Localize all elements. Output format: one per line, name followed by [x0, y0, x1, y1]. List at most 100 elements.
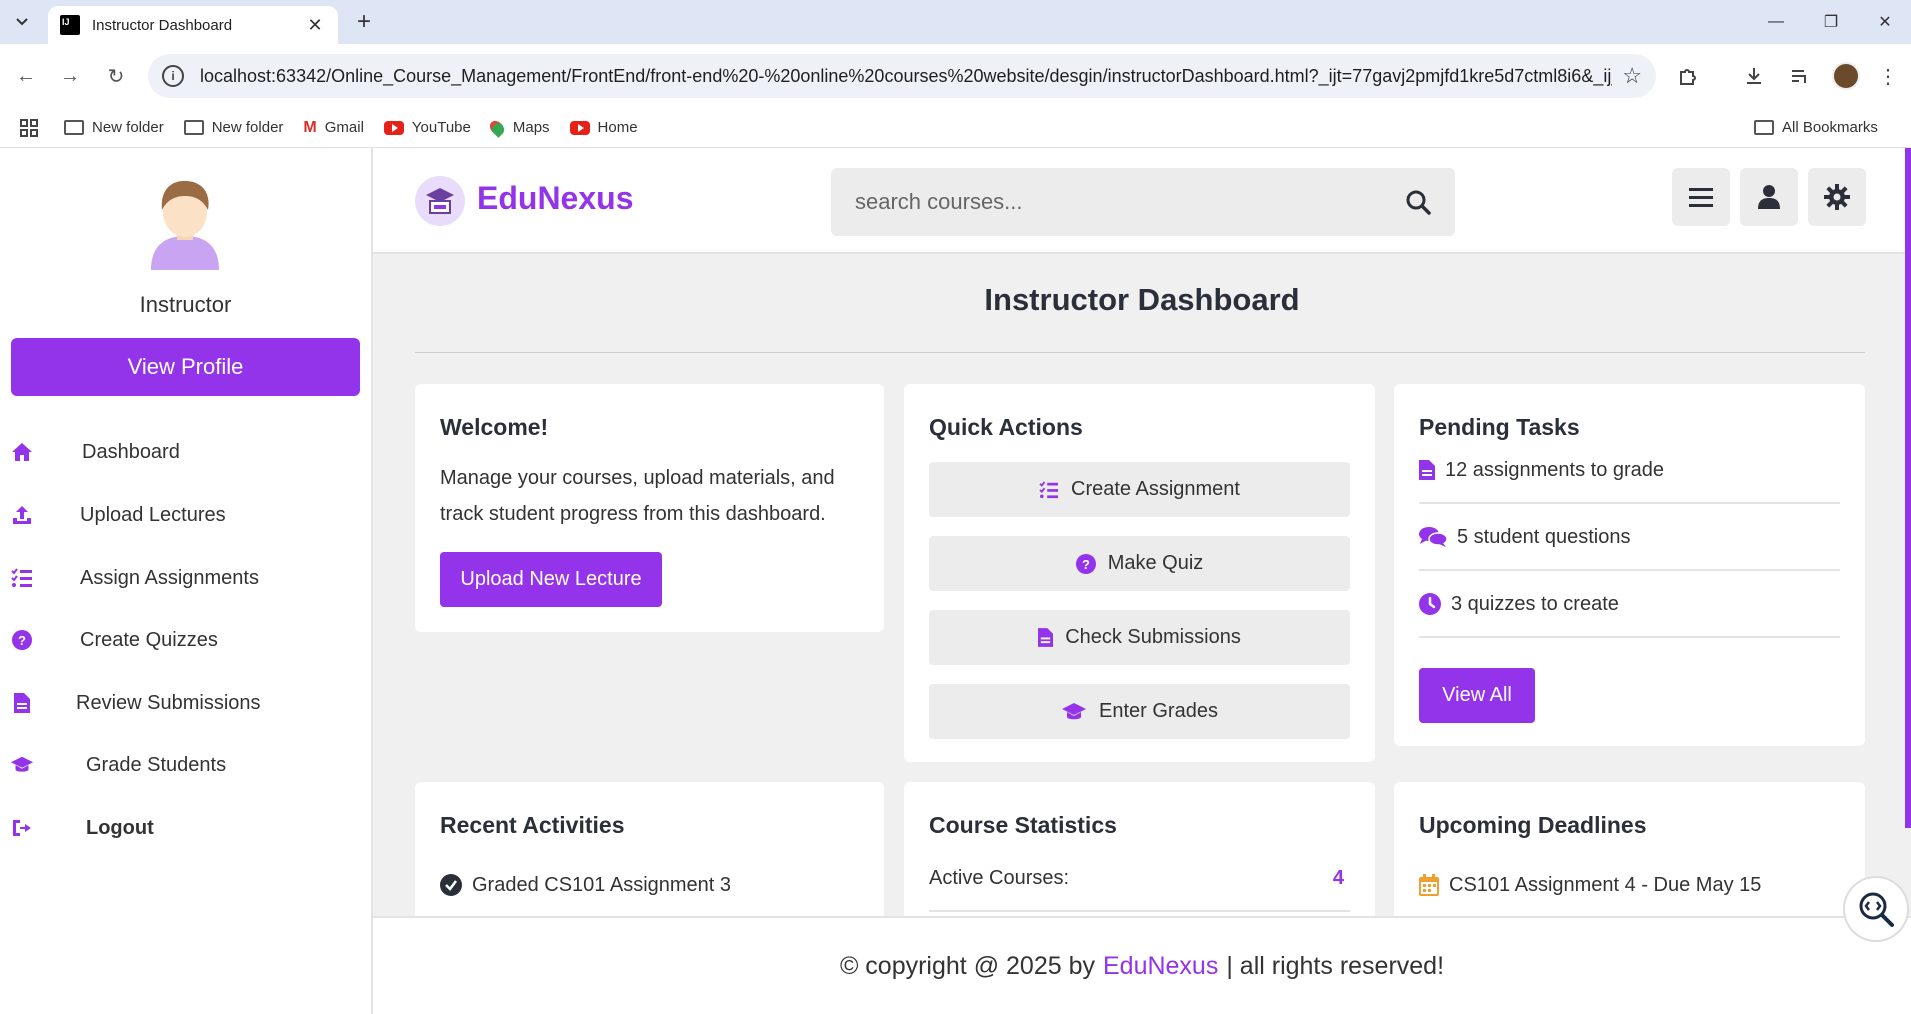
search-input[interactable]: [855, 189, 1405, 215]
bookmark-youtube[interactable]: YouTube: [383, 119, 471, 136]
avatar: [151, 180, 219, 270]
sidebar-item-review-submissions[interactable]: Review Submissions: [0, 683, 371, 723]
sidebar-item-label: Assign Assignments: [80, 566, 259, 589]
search-icon[interactable]: [1405, 189, 1431, 215]
tab-title: Instructor Dashboard: [92, 16, 233, 34]
page-title: Instructor Dashboard: [984, 282, 1300, 317]
user-icon: [1758, 185, 1780, 209]
apps-icon[interactable]: [20, 118, 38, 137]
url-text[interactable]: localhost:63342/Online_Course_Management…: [200, 66, 1612, 87]
course-statistics-title: Course Statistics: [929, 812, 1117, 838]
close-icon[interactable]: ✕: [304, 15, 326, 36]
hamburger-icon: [1689, 188, 1713, 207]
question-icon: ?: [10, 628, 34, 652]
welcome-title: Welcome!: [440, 414, 549, 440]
list-item: 3 quizzes to create: [1419, 572, 1840, 638]
bookmark-maps[interactable]: Maps: [486, 117, 550, 138]
comments-icon: [1419, 526, 1447, 548]
graduation-cap-icon: [10, 753, 34, 777]
back-button[interactable]: ←: [10, 60, 42, 92]
pending-tasks-title: Pending Tasks: [1419, 414, 1580, 440]
download-icon[interactable]: [1738, 60, 1770, 92]
folder-icon: [183, 120, 204, 135]
sidebar-item-create-quizzes[interactable]: ? Create Quizzes: [0, 620, 371, 660]
folder-icon: [64, 120, 84, 135]
svg-text:?: ?: [1082, 557, 1090, 572]
tab-search-button[interactable]: [8, 8, 36, 36]
bookmark-new-folder-1[interactable]: New folder: [64, 119, 164, 136]
sidebar-item-label: Create Quizzes: [80, 628, 218, 651]
calendar-icon: [1419, 874, 1439, 896]
create-assignment-button[interactable]: Create Assignment: [929, 462, 1350, 517]
divider: [415, 352, 1865, 353]
sidebar-item-grade-students[interactable]: Grade Students: [0, 745, 371, 785]
search-bar: [831, 168, 1455, 236]
sidebar-item-logout[interactable]: Logout: [0, 808, 371, 848]
top-header: EduNexus: [373, 148, 1911, 254]
site-info-icon[interactable]: i: [162, 65, 184, 87]
bookmark-gmail[interactable]: M Gmail: [303, 119, 364, 137]
app: Instructor View Profile Dashboard Upload…: [0, 148, 1911, 1014]
youtube-icon: [569, 120, 590, 135]
file-icon: [10, 691, 34, 715]
upload-new-lecture-button[interactable]: Upload New Lecture: [440, 552, 662, 607]
folder-icon: [1754, 120, 1774, 135]
settings-button[interactable]: [1808, 168, 1866, 226]
graduation-cap-icon: [1061, 702, 1087, 722]
chevron-down-icon: [16, 18, 28, 26]
browser-tab[interactable]: IJ Instructor Dashboard ✕: [48, 6, 338, 44]
footer-brand[interactable]: EduNexus: [1103, 952, 1218, 981]
zoom-icon: [1859, 892, 1894, 927]
quick-actions-title: Quick Actions: [929, 414, 1083, 440]
address-bar[interactable]: i localhost:63342/Online_Course_Manageme…: [148, 54, 1656, 98]
list-item: CS101 Assignment 4 - Due May 15: [1419, 852, 1840, 918]
user-button[interactable]: [1740, 168, 1798, 226]
star-icon[interactable]: ☆: [1622, 63, 1642, 89]
svg-text:?: ?: [18, 633, 26, 648]
view-all-button[interactable]: View All: [1419, 668, 1535, 723]
list-item: Graded CS101 Assignment 3: [440, 852, 861, 918]
sidebar-item-label: Logout: [86, 816, 154, 839]
make-quiz-button[interactable]: ? Make Quiz: [929, 536, 1350, 591]
window-close-button[interactable]: ✕: [1862, 6, 1908, 38]
check-submissions-button[interactable]: Check Submissions: [929, 610, 1350, 665]
brand-name[interactable]: EduNexus: [477, 180, 633, 217]
forward-button[interactable]: →: [54, 60, 86, 92]
media-control-icon[interactable]: [1784, 60, 1816, 92]
main-content: EduNexus Instructor Dashboard Welcome! M…: [373, 148, 1911, 1014]
view-profile-button[interactable]: View Profile: [11, 338, 360, 396]
file-icon: [1419, 460, 1435, 480]
gmail-icon: M: [303, 118, 317, 136]
upload-icon: [10, 503, 34, 527]
sidebar-item-assign-assignments[interactable]: Assign Assignments: [0, 558, 371, 598]
check-circle-icon: [440, 874, 462, 896]
footer-prefix: © copyright @ 2025 by: [839, 951, 1095, 980]
enter-grades-button[interactable]: Enter Grades: [929, 684, 1350, 739]
bookmark-new-folder-2[interactable]: New folder: [183, 119, 283, 136]
more-menu-icon[interactable]: ⋮: [1872, 60, 1904, 92]
list-item: 5 student questions: [1419, 505, 1840, 571]
sidebar-item-upload-lectures[interactable]: Upload Lectures: [0, 495, 371, 535]
sidebar-item-label: Dashboard: [82, 440, 180, 463]
browser-tabstrip: IJ Instructor Dashboard ✕ + — ❐ ✕: [0, 0, 1911, 44]
sidebar: Instructor View Profile Dashboard Upload…: [0, 148, 373, 1014]
quick-actions-card: Quick Actions Create Assignment ? Make Q…: [904, 384, 1375, 762]
restore-button[interactable]: ❐: [1808, 6, 1854, 38]
sidebar-item-dashboard[interactable]: Dashboard: [0, 432, 371, 472]
new-tab-button[interactable]: +: [350, 8, 378, 36]
menu-button[interactable]: [1672, 168, 1730, 226]
zoom-search-button[interactable]: [1843, 876, 1909, 942]
footer-suffix: | all rights reserved!: [1226, 951, 1445, 980]
list-item: 12 assignments to grade: [1419, 438, 1840, 504]
scrollbar[interactable]: [1905, 148, 1911, 828]
extensions-icon[interactable]: [1672, 60, 1704, 92]
minimize-button[interactable]: —: [1753, 6, 1799, 38]
bookmark-home[interactable]: Home: [569, 119, 638, 136]
stat-row: Active Courses: 4: [929, 846, 1350, 912]
browser-profile-avatar[interactable]: [1832, 62, 1860, 90]
pending-tasks-card: Pending Tasks 12 assignments to grade 5 …: [1394, 384, 1865, 746]
all-bookmarks[interactable]: All Bookmarks: [1754, 119, 1878, 136]
sidebar-item-label: Upload Lectures: [80, 503, 226, 526]
sidebar-item-label: Review Submissions: [76, 691, 261, 714]
reload-button[interactable]: ↻: [100, 60, 132, 92]
